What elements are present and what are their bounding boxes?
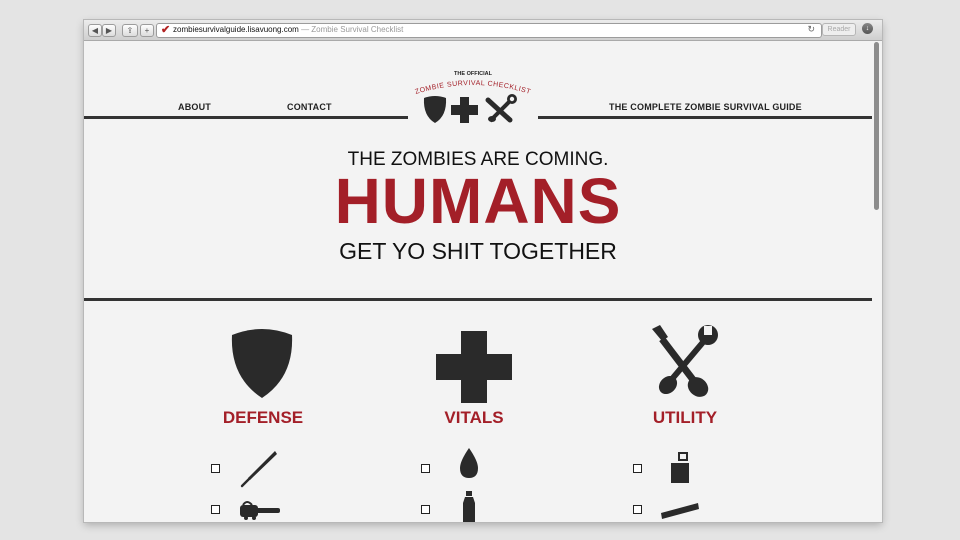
reload-icon[interactable]: ↻ bbox=[807, 24, 815, 35]
forward-button[interactable]: ▶ bbox=[102, 24, 116, 37]
share-button[interactable]: ⇪ bbox=[122, 24, 138, 37]
page-content: ABOUT CONTACT THE COMPLETE ZOMBIE SURVIV… bbox=[84, 41, 872, 522]
shield-icon bbox=[231, 329, 293, 398]
category-defense-title: DEFENSE bbox=[222, 408, 304, 427]
cross-icon bbox=[436, 331, 512, 403]
section-divider bbox=[84, 298, 872, 301]
checkbox-bottle[interactable] bbox=[421, 505, 430, 514]
browser-window: ◀ ▶ ⇪ + ✔ zombiesurvivalguide.lisavuong.… bbox=[84, 20, 882, 522]
nav-contact-link[interactable]: CONTACT bbox=[287, 102, 332, 112]
add-bookmark-button[interactable]: + bbox=[140, 24, 154, 37]
url-text[interactable]: zombiesurvivalguide.lisavuong.com — Zomb… bbox=[173, 25, 403, 34]
checkmark-favicon-icon: ✔ bbox=[161, 24, 171, 36]
nav-guide-link[interactable]: THE COMPLETE ZOMBIE SURVIVAL GUIDE bbox=[609, 102, 802, 112]
checkbox-chainsaw[interactable] bbox=[211, 505, 220, 514]
checkbox-water[interactable] bbox=[421, 464, 430, 473]
crowbar-icon bbox=[661, 503, 699, 519]
reader-button[interactable]: Reader bbox=[822, 23, 856, 36]
nav-about-link[interactable]: ABOUT bbox=[178, 102, 211, 112]
scroll-thumb[interactable] bbox=[874, 42, 879, 210]
lighter-icon bbox=[671, 452, 689, 483]
checkbox-crowbar[interactable] bbox=[633, 505, 642, 514]
download-icon[interactable]: ↓ bbox=[862, 23, 873, 34]
logo-shield-icon bbox=[423, 96, 447, 123]
scrollbar[interactable] bbox=[874, 42, 880, 522]
category-utility-title: UTILITY bbox=[652, 408, 718, 427]
logo-cross-icon bbox=[451, 97, 478, 123]
checkbox-bat[interactable] bbox=[211, 464, 220, 473]
page-title-text: Zombie Survival Checklist bbox=[311, 25, 404, 34]
hero-subline: GET YO SHIT TOGETHER bbox=[339, 238, 617, 264]
water-bottle-icon bbox=[463, 491, 475, 522]
baseball-bat-icon bbox=[240, 451, 277, 488]
hero-headline: HUMANS bbox=[334, 165, 622, 237]
water-drop-icon bbox=[460, 448, 478, 478]
tools-icon bbox=[652, 325, 718, 397]
category-vitals-title: VITALS bbox=[444, 408, 504, 427]
logo-tools-icon bbox=[485, 94, 517, 123]
address-bar[interactable]: ✔ zombiesurvivalguide.lisavuong.com — Zo… bbox=[156, 23, 822, 38]
browser-toolbar: ◀ ▶ ⇪ + ✔ zombiesurvivalguide.lisavuong.… bbox=[84, 20, 882, 41]
checkbox-lighter[interactable] bbox=[633, 464, 642, 473]
site-logo[interactable]: THE OFFICIAL ZOMBIE SURVIVAL CHECKLIST bbox=[408, 64, 538, 129]
chainsaw-icon bbox=[240, 501, 280, 520]
logo-name-text: ZOMBIE SURVIVAL CHECKLIST bbox=[414, 80, 532, 96]
logo-graphic: ZOMBIE SURVIVAL CHECKLIST bbox=[414, 80, 532, 123]
back-button[interactable]: ◀ bbox=[88, 24, 102, 37]
